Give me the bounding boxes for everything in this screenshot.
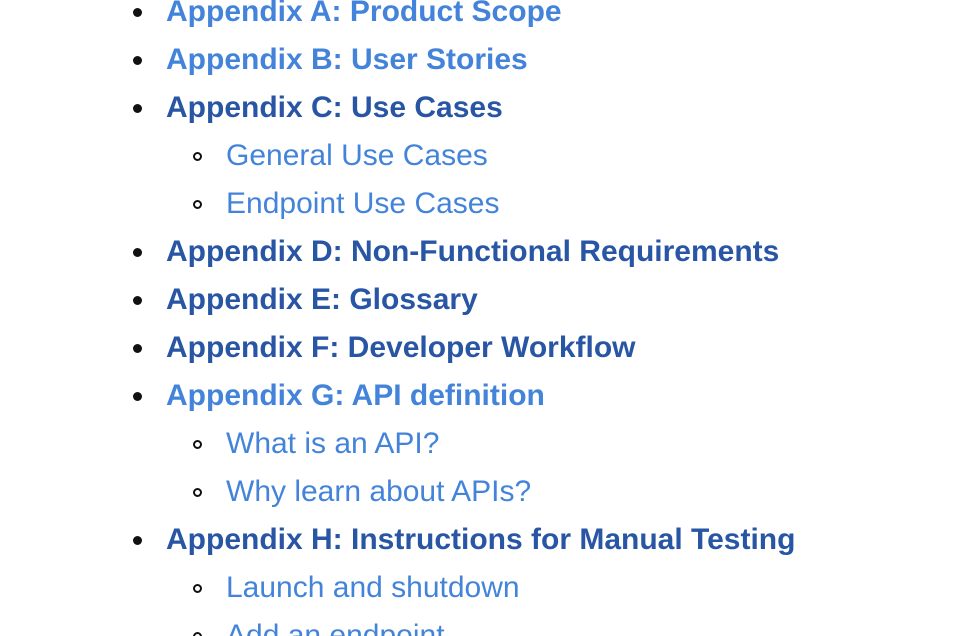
toc-item-appendix-d: Appendix D: Non-Functional Requirements — [0, 228, 962, 276]
circle-bullet-icon — [193, 200, 202, 209]
disc-bullet-icon — [133, 8, 142, 17]
circle-bullet-icon — [193, 152, 202, 161]
table-of-contents: Appendix A: Product Scope Appendix B: Us… — [0, 0, 962, 636]
toc-link-appendix-f[interactable]: Appendix F: Developer Workflow — [166, 324, 636, 372]
toc-item-appendix-f: Appendix F: Developer Workflow — [0, 324, 962, 372]
toc-link-endpoint-use-cases[interactable]: Endpoint Use Cases — [226, 180, 500, 228]
toc-item-launch-and-shutdown: Launch and shutdown — [0, 564, 962, 612]
toc-link-appendix-a[interactable]: Appendix A: Product Scope — [166, 0, 562, 36]
toc-item-appendix-a: Appendix A: Product Scope — [0, 0, 962, 36]
circle-bullet-icon — [193, 488, 202, 497]
toc-item-appendix-c: Appendix C: Use Cases — [0, 84, 962, 132]
toc-item-general-use-cases: General Use Cases — [0, 132, 962, 180]
disc-bullet-icon — [133, 296, 142, 305]
disc-bullet-icon — [133, 248, 142, 257]
toc-link-appendix-d[interactable]: Appendix D: Non-Functional Requirements — [166, 228, 779, 276]
toc-link-appendix-c[interactable]: Appendix C: Use Cases — [166, 84, 503, 132]
disc-bullet-icon — [133, 104, 142, 113]
disc-bullet-icon — [133, 392, 142, 401]
circle-bullet-icon — [193, 440, 202, 449]
toc-link-appendix-h[interactable]: Appendix H: Instructions for Manual Test… — [166, 516, 795, 564]
disc-bullet-icon — [133, 344, 142, 353]
toc-item-what-is-an-api: What is an API? — [0, 420, 962, 468]
toc-link-add-an-endpoint[interactable]: Add an endpoint — [226, 612, 445, 636]
circle-bullet-icon — [193, 584, 202, 593]
toc-link-appendix-b[interactable]: Appendix B: User Stories — [166, 36, 528, 84]
toc-link-launch-and-shutdown[interactable]: Launch and shutdown — [226, 564, 520, 612]
toc-link-general-use-cases[interactable]: General Use Cases — [226, 132, 488, 180]
toc-link-why-learn-about-apis[interactable]: Why learn about APIs? — [226, 468, 531, 516]
disc-bullet-icon — [133, 56, 142, 65]
toc-item-why-learn-about-apis: Why learn about APIs? — [0, 468, 962, 516]
toc-item-appendix-b: Appendix B: User Stories — [0, 36, 962, 84]
toc-item-appendix-g: Appendix G: API definition — [0, 372, 962, 420]
toc-item-appendix-h: Appendix H: Instructions for Manual Test… — [0, 516, 962, 564]
disc-bullet-icon — [133, 536, 142, 545]
toc-item-add-an-endpoint: Add an endpoint — [0, 612, 962, 636]
toc-item-endpoint-use-cases: Endpoint Use Cases — [0, 180, 962, 228]
toc-link-appendix-g[interactable]: Appendix G: API definition — [166, 372, 545, 420]
circle-bullet-icon — [193, 632, 202, 636]
toc-item-appendix-e: Appendix E: Glossary — [0, 276, 962, 324]
toc-link-what-is-an-api[interactable]: What is an API? — [226, 420, 439, 468]
toc-link-appendix-e[interactable]: Appendix E: Glossary — [166, 276, 478, 324]
